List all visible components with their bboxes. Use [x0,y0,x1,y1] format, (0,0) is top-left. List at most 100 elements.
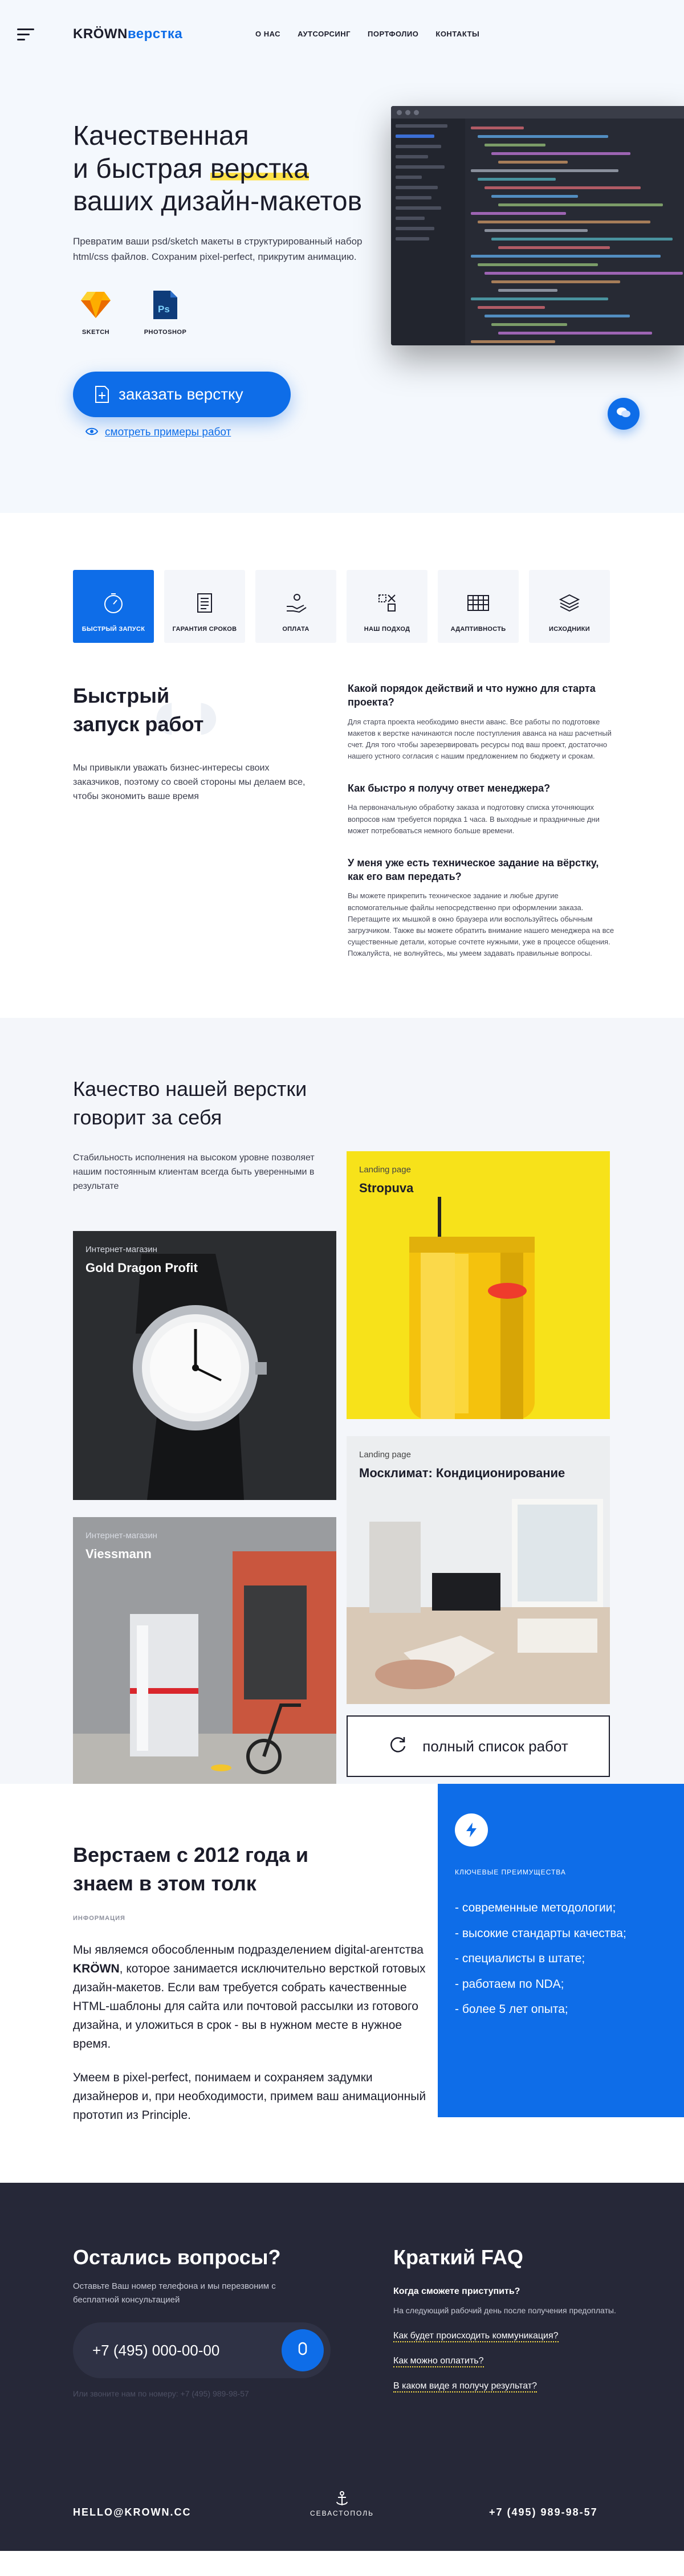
code-line [484,272,683,275]
code-line [478,221,651,223]
phone-input[interactable]: +7 (495) 000-00-00 [92,2342,219,2359]
portfolio-item-tag: Landing page [359,1165,411,1175]
feature-card-adaptive[interactable]: АДАПТИВНОСТЬ [438,570,519,643]
logo[interactable]: KRÖWNверстка [73,26,182,42]
faq-link-payment[interactable]: Как можно оплатить? [393,2356,484,2367]
nav-link-contacts[interactable]: КОНТАКТЫ [435,30,479,38]
code-line [491,323,568,326]
hero-section: KRÖWNверстка О НАС АУТСОРСИНГ ПОРТФОЛИО … [0,0,684,513]
faq-link-result[interactable]: В каком виде я получу результат? [393,2381,538,2392]
advantage-item: - работаем по NDA; [455,1977,564,1991]
layout-icon [374,590,400,616]
code-line [491,195,578,198]
faq-question: Какой порядок действий и что нужно для с… [348,683,596,708]
order-button[interactable]: заказать верстку [73,372,291,417]
tool-sketch: SKETCH [73,288,119,336]
hero-title-line-1: Качественная [73,121,249,151]
about-brand: KRÖWN [73,1962,120,1975]
feature-card-label: НАШ ПОДХОД [364,626,410,633]
examples-link[interactable]: смотреть примеры работ [85,426,231,439]
about-text: Мы являемся обособленным подразделением … [73,1941,426,2140]
advantages-panel: КЛЮЧЕВЫЕ ПРЕИМУЩЕСТВА - современные мето… [438,1784,684,2117]
portfolio-title: Качество нашей верстки говорит за себя [73,1077,307,1130]
svg-text:Ps: Ps [158,304,170,315]
portfolio-item-tag: Landing page [359,1450,411,1460]
tool-photoshop-label: PHOTOSHOP [144,329,187,336]
code-line [471,212,566,215]
feature-card-fast-start[interactable]: БЫСТРЫЙ ЗАПУСК [73,570,154,643]
logo-product: верстка [127,26,183,42]
code-line [471,169,618,172]
portfolio-item-stropuva[interactable]: Landing page Stropuva [347,1151,610,1419]
code-line [471,340,555,343]
submit-phone-button[interactable] [282,2329,324,2371]
all-works-button-label: полный список работ [422,1737,568,1755]
portfolio-item-viessmann[interactable]: Интернет-магазин Viessmann [73,1517,336,1785]
portfolio-item-tag: Интернет-магазин [85,1531,157,1540]
feature-card-label: ГАРАНТИЯ СРОКОВ [172,626,237,633]
about-section: Верстаем с 2012 года и знаем в этом толк… [0,1784,684,2183]
portfolio-item-gold-dragon[interactable]: Интернет-магазин Gold Dragon Profit [73,1231,336,1500]
feature-card-sources[interactable]: ИСХОДНИКИ [529,570,610,643]
footer-phone[interactable]: +7 (495) 989-98-57 [489,2506,598,2518]
faq-link-communication[interactable]: Как будет происходить коммуникация? [393,2331,559,2342]
chat-button[interactable] [608,398,640,430]
code-line [491,152,631,155]
faq-answer: На первоначальную обработку заказа и под… [348,803,600,835]
faq-answer: Вы можете прикрепить техническое задание… [348,891,614,958]
code-line [478,178,556,181]
hero-title-line-3: ваших дизайн-макетов [73,186,363,217]
portfolio-item-name: Gold Dragon Profit [85,1261,198,1275]
feature-card-deadlines[interactable]: ГАРАНТИЯ СРОКОВ [164,570,245,643]
portfolio-item-name: Stropuva [359,1181,414,1195]
about-paragraph-2: Умеем в pixel-perfect, понимаем и сохран… [73,2070,426,2122]
chat-icon [616,406,632,422]
feature-card-approach[interactable]: НАШ ПОДХОД [347,570,427,643]
feature-card-label: ИСХОДНИКИ [549,626,590,633]
short-faq-answer: На следующий рабочий день после получени… [393,2306,616,2315]
footer: HELLO@KROWN.CC СЕВАСТОПОЛЬ +7 (495) 989-… [0,2479,684,2551]
photoshop-icon: Ps [148,288,182,322]
hero-title: Качественная и быстрая верстка ваших диз… [73,120,392,218]
feature-description: Мы привыкли уважать бизнес-интересы свои… [73,763,306,801]
footer-email[interactable]: HELLO@KROWN.CC [73,2506,192,2518]
feature-title: Быстрый запуск работ [73,682,278,739]
feature-card-label: БЫСТРЫЙ ЗАПУСК [82,626,145,633]
code-line [478,135,609,138]
faq-answer: Для старта проекта необходимо внести ава… [348,717,612,761]
code-line [498,246,610,249]
code-line [498,203,663,206]
about-paragraph-1-end: , которое занимается исключительно верст… [73,1962,426,2051]
code-line [498,332,653,335]
about-title: Верстаем с 2012 года и знаем в этом толк [73,1843,309,1896]
portfolio-item-mosklimat[interactable]: Landing page Москлимат: Кондиционировани… [347,1436,610,1704]
nav-link-portfolio[interactable]: ПОРТФОЛИО [368,30,418,38]
all-works-button[interactable]: полный список работ [347,1715,610,1777]
about-info-label: ИНФОРМАЦИЯ [73,1915,125,1922]
menu-icon[interactable] [17,28,34,44]
code-line [471,297,608,300]
short-faq-question: Когда сможете приступить? [393,2286,520,2296]
call-hint: Или звоните нам по номеру: +7 (495) 989-… [73,2389,249,2398]
nav-link-outsourcing[interactable]: АУТСОРСИНГ [298,30,351,38]
code-line [491,238,673,241]
hand-coin-icon [283,590,308,616]
feature-cards: БЫСТРЫЙ ЗАПУСК ГАРАНТИЯ СРОКОВ ОПЛАТА НА… [73,570,610,643]
sketch-icon [79,288,113,322]
code-line [478,263,598,266]
layers-icon [557,590,582,616]
hero-title-line-2: и быстрая [73,153,210,184]
feature-card-payment[interactable]: ОПЛАТА [255,570,336,643]
order-button-label: заказать верстку [119,385,243,403]
portfolio-subtitle: Стабильность исполнения на высоком уровн… [73,1153,315,1191]
hero-subtitle: Превратим ваши psd/sketch макеты в струк… [73,236,363,263]
document-icon [192,590,217,616]
tool-sketch-label: SKETCH [82,329,110,336]
code-line [498,289,557,292]
portfolio-item-name: Viessmann [85,1547,152,1561]
about-paragraph-1: Мы являемся обособленным подразделением … [73,1941,426,2054]
lightning-icon [455,1813,488,1847]
code-line [484,315,630,317]
arrow-icon [295,2341,311,2361]
nav-link-about[interactable]: О НАС [255,30,280,38]
